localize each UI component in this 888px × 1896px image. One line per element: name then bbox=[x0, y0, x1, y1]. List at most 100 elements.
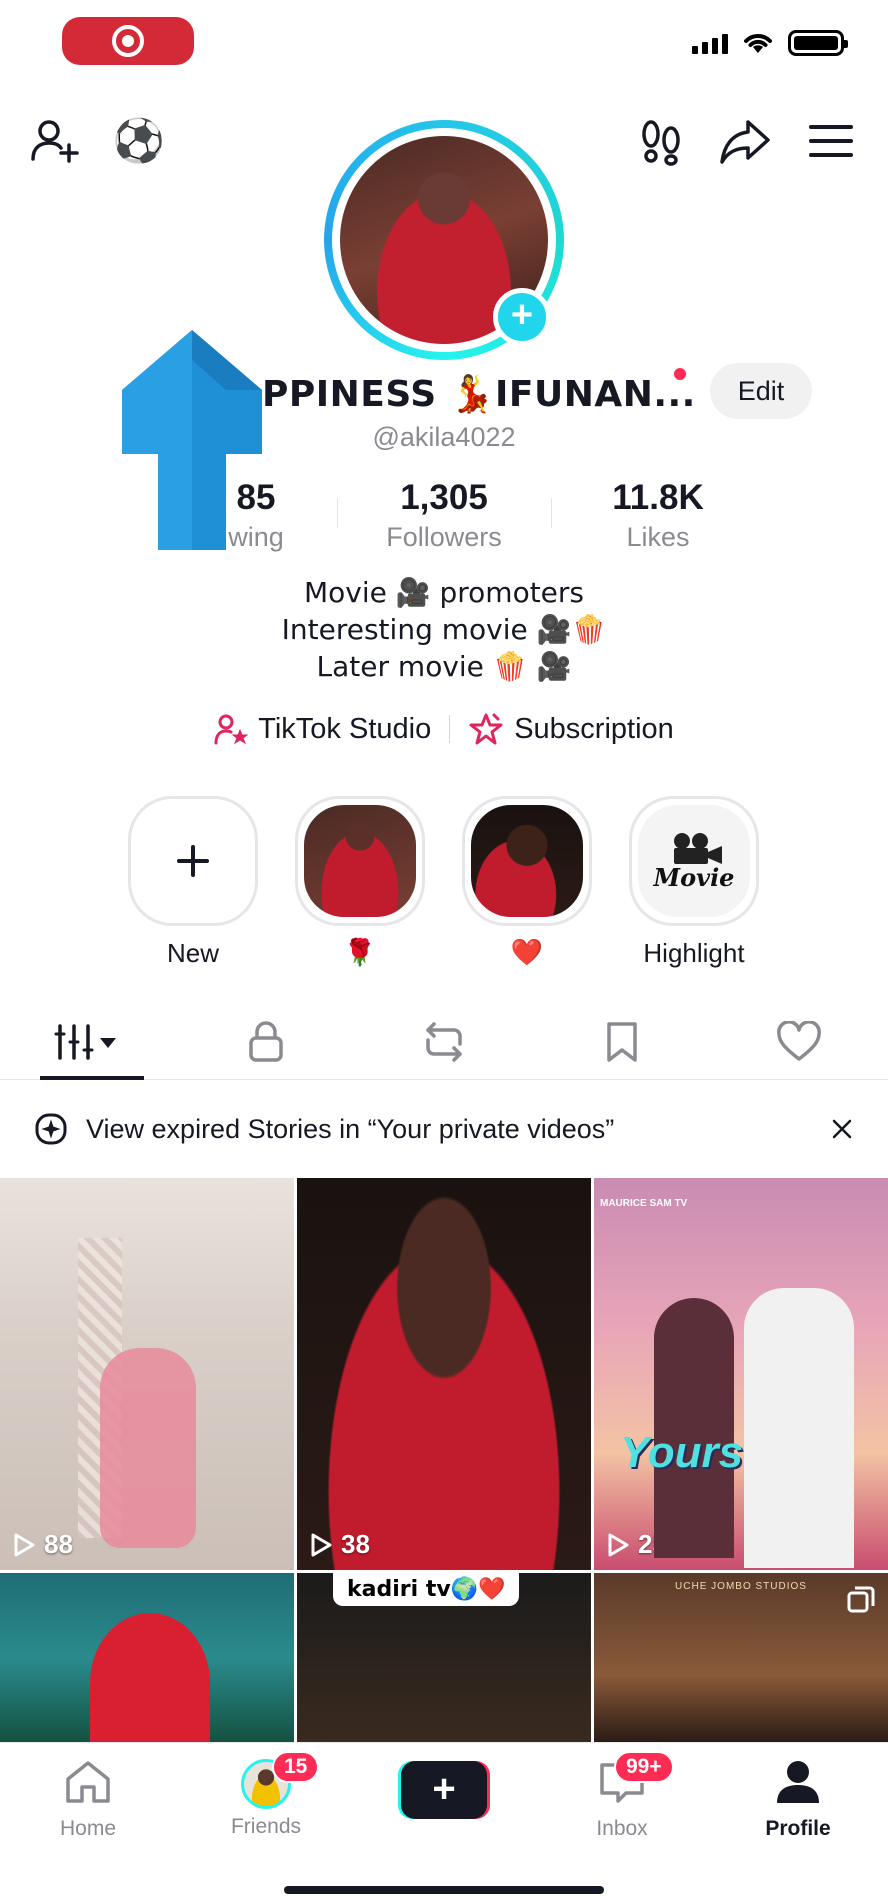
play-icon bbox=[608, 1533, 629, 1556]
subscription-link[interactable]: Subscription bbox=[468, 712, 674, 746]
tab-liked[interactable] bbox=[710, 1004, 888, 1079]
highlight-heart[interactable]: ❤️ bbox=[462, 796, 592, 970]
bio-line: Interesting movie 🎥🍿 bbox=[281, 613, 607, 646]
stat-likes[interactable]: 11.8K Likes bbox=[590, 478, 726, 553]
home-indicator bbox=[284, 1886, 604, 1894]
profile-name-row[interactable]: PPINESS 💃IFUNAN... bbox=[262, 366, 736, 422]
highlight-thumbnail bbox=[471, 805, 583, 917]
notification-dot bbox=[672, 366, 688, 382]
link-separator bbox=[449, 715, 451, 743]
nav-home-label: Home bbox=[59, 1817, 117, 1840]
friends-badge: 15 bbox=[272, 1751, 320, 1783]
highlight-label: ❤️ bbox=[510, 938, 544, 968]
menu-button[interactable] bbox=[802, 112, 860, 170]
close-icon[interactable] bbox=[830, 1117, 854, 1141]
sparkle-story-icon bbox=[35, 1113, 67, 1145]
profile-person-icon bbox=[777, 1761, 819, 1803]
footprints-icon bbox=[642, 120, 680, 166]
expired-stories-banner[interactable]: View expired Stories in “Your private vi… bbox=[0, 1080, 888, 1178]
creator-star-icon bbox=[214, 714, 249, 745]
movie-logo-text: Movie bbox=[653, 863, 735, 892]
highlight-thumbnail bbox=[304, 805, 416, 917]
nav-friends[interactable]: 15 Friends bbox=[206, 1751, 326, 1839]
stat-divider bbox=[337, 498, 338, 528]
stat-followers[interactable]: 1,305 Followers bbox=[370, 478, 518, 553]
person-add-icon bbox=[31, 120, 79, 163]
stat-divider bbox=[551, 498, 552, 528]
bottom-navigation: Home 15 Friends + 99+ Inbox Profile bbox=[0, 1742, 888, 1896]
view-count: 38 bbox=[309, 1529, 370, 1560]
tiktok-studio-link[interactable]: TikTok Studio bbox=[214, 713, 431, 746]
video-thumbnail[interactable]: kadiri tv🌍❤️ bbox=[297, 1573, 591, 1743]
multi-image-icon bbox=[847, 1586, 875, 1613]
bio-line: Later movie 🍿 🎥 bbox=[316, 650, 572, 683]
bookmark-icon bbox=[606, 1021, 637, 1062]
tiktok-studio-label: TikTok Studio bbox=[258, 712, 432, 745]
heart-icon bbox=[777, 1020, 822, 1061]
highlight-label: 🌹 bbox=[343, 938, 377, 968]
nav-home[interactable]: Home bbox=[28, 1759, 148, 1841]
profile-views-button[interactable] bbox=[632, 112, 690, 170]
view-count: 88 bbox=[12, 1529, 73, 1560]
likes-label: Likes bbox=[626, 522, 690, 552]
inbox-badge: 99+ bbox=[614, 1751, 674, 1783]
followers-label: Followers bbox=[386, 522, 502, 552]
play-icon bbox=[14, 1533, 35, 1556]
highlight-label: Highlight bbox=[643, 938, 745, 968]
highlight-label: New bbox=[166, 938, 219, 968]
grid-filter-icon bbox=[54, 1023, 116, 1060]
cellular-signal-icon bbox=[692, 32, 728, 54]
tab-reposts[interactable] bbox=[355, 1004, 533, 1079]
plus-icon bbox=[177, 845, 209, 877]
create-button[interactable]: + bbox=[398, 1761, 490, 1819]
home-icon bbox=[66, 1761, 110, 1803]
nav-friends-label: Friends bbox=[230, 1815, 302, 1838]
battery-icon bbox=[788, 30, 848, 56]
following-count: 85 bbox=[236, 478, 276, 517]
highlight-rose[interactable]: 🌹 bbox=[295, 796, 425, 970]
video-thumbnail[interactable]: 88 bbox=[0, 1178, 294, 1570]
tab-private[interactable] bbox=[178, 1004, 356, 1079]
add-story-plus-icon[interactable]: + bbox=[493, 288, 551, 346]
following-label: wing bbox=[228, 522, 284, 552]
view-count-text: 38 bbox=[341, 1529, 370, 1559]
highlight-circle: Movie bbox=[629, 796, 759, 926]
wifi-icon bbox=[744, 34, 772, 53]
highlight-movie[interactable]: Movie Highlight bbox=[629, 796, 759, 970]
add-friend-button[interactable] bbox=[26, 112, 84, 170]
video-tag: kadiri tv🌍❤️ bbox=[333, 1573, 520, 1606]
nav-profile[interactable]: Profile bbox=[738, 1759, 858, 1841]
tab-videos[interactable] bbox=[0, 1004, 178, 1080]
edit-profile-button[interactable]: Edit bbox=[710, 363, 812, 419]
video-thumbnail[interactable]: 38 bbox=[297, 1178, 591, 1570]
poster-top-text: MAURICE SAM TV bbox=[600, 1198, 688, 1209]
share-icon bbox=[720, 120, 770, 164]
movie-logo-thumbnail: Movie bbox=[638, 805, 750, 917]
subscription-label: Subscription bbox=[514, 712, 674, 745]
highlight-circle bbox=[462, 796, 592, 926]
view-count-text: 88 bbox=[44, 1529, 73, 1559]
banner-text: View expired Stories in “Your private vi… bbox=[86, 1113, 615, 1144]
video-thumbnail[interactable] bbox=[0, 1573, 294, 1743]
stat-following[interactable]: 85 wing bbox=[206, 478, 306, 553]
view-count: 25 bbox=[606, 1529, 667, 1560]
highlight-new[interactable]: New bbox=[128, 796, 258, 970]
plus-icon: + bbox=[401, 1761, 487, 1819]
hamburger-menu-icon bbox=[809, 125, 853, 157]
tab-favorites[interactable] bbox=[533, 1004, 711, 1079]
profile-name: PPINESS 💃IFUNAN... bbox=[262, 374, 696, 415]
video-thumbnail[interactable]: UCHE JOMBO STUDIOS bbox=[594, 1573, 888, 1743]
video-thumbnail[interactable]: MAURICE SAM TV Yours 25 bbox=[594, 1178, 888, 1570]
soccer-ball-button[interactable]: ⚽ bbox=[110, 112, 168, 170]
poster-title: Yours bbox=[620, 1428, 744, 1477]
bio-line: Movie 🎥 promoters bbox=[303, 576, 585, 609]
share-profile-button[interactable] bbox=[716, 112, 774, 170]
video-grid: 88 38 MAURICE SAM TV Yours 25 kadiri tv🌍… bbox=[0, 1178, 888, 1743]
screen-recording-indicator[interactable] bbox=[62, 17, 194, 65]
nav-profile-label: Profile bbox=[765, 1817, 831, 1840]
nav-inbox[interactable]: 99+ Inbox bbox=[562, 1751, 682, 1841]
status-icons bbox=[692, 30, 848, 56]
followers-count: 1,305 bbox=[400, 478, 488, 517]
view-count-text: 25 bbox=[638, 1529, 667, 1559]
new-highlight-circle bbox=[128, 796, 258, 926]
